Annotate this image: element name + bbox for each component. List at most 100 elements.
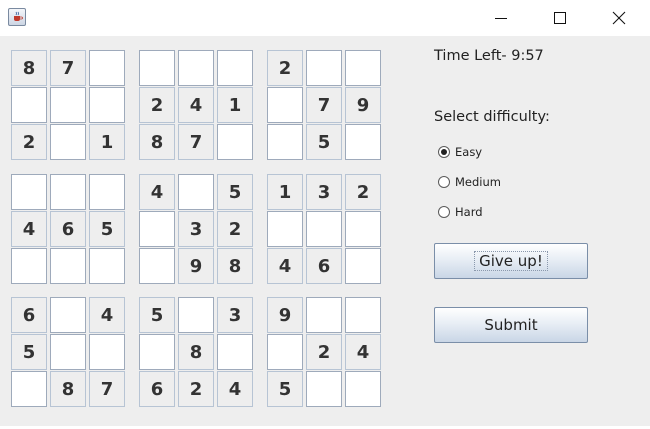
sudoku-cell[interactable]: [89, 87, 125, 123]
sudoku-cell[interactable]: [11, 371, 47, 407]
sudoku-cell[interactable]: [267, 87, 303, 123]
sudoku-cell[interactable]: [50, 174, 86, 210]
sudoku-cell[interactable]: 2: [11, 124, 47, 160]
sudoku-cell[interactable]: 2: [267, 50, 303, 86]
sudoku-cell[interactable]: 5: [217, 174, 253, 210]
sudoku-cell[interactable]: 3: [178, 211, 214, 247]
radio-medium[interactable]: Medium: [438, 174, 501, 190]
sudoku-cell[interactable]: 5: [89, 211, 125, 247]
java-cup-icon[interactable]: [8, 8, 26, 26]
sudoku-cell[interactable]: 7: [50, 50, 86, 86]
sudoku-cell[interactable]: [89, 50, 125, 86]
sudoku-cell[interactable]: 4: [11, 211, 47, 247]
minimize-button[interactable]: [478, 0, 524, 36]
sudoku-cell[interactable]: [89, 334, 125, 370]
sudoku-cell[interactable]: 6: [11, 297, 47, 333]
sudoku-cell[interactable]: [178, 174, 214, 210]
sudoku-cell[interactable]: 9: [345, 87, 381, 123]
sudoku-cell[interactable]: 5: [139, 297, 175, 333]
main-panel: 8722417921875451324653298466453958248762…: [0, 36, 650, 426]
sudoku-cell[interactable]: [139, 211, 175, 247]
sudoku-cell[interactable]: 6: [139, 371, 175, 407]
sudoku-cell[interactable]: 5: [11, 334, 47, 370]
sudoku-cell[interactable]: 7: [89, 371, 125, 407]
sudoku-cell[interactable]: 2: [217, 211, 253, 247]
radio-easy[interactable]: Easy: [438, 144, 482, 160]
sudoku-cell[interactable]: [306, 211, 342, 247]
sudoku-cell[interactable]: [306, 371, 342, 407]
sudoku-cell[interactable]: 9: [267, 297, 303, 333]
sudoku-cell[interactable]: 9: [178, 248, 214, 284]
maximize-button[interactable]: [537, 0, 583, 36]
sudoku-cell[interactable]: 1: [89, 124, 125, 160]
sudoku-cell[interactable]: [217, 334, 253, 370]
sudoku-cell[interactable]: 4: [267, 248, 303, 284]
sudoku-cell[interactable]: 1: [267, 174, 303, 210]
radio-label-easy: Easy: [455, 145, 483, 159]
sudoku-cell[interactable]: [178, 50, 214, 86]
sudoku-cell[interactable]: [306, 297, 342, 333]
sudoku-cell[interactable]: 4: [178, 87, 214, 123]
radio-button[interactable]: [438, 146, 450, 158]
minimize-icon: [495, 18, 507, 19]
sudoku-cell[interactable]: [217, 50, 253, 86]
sudoku-cell[interactable]: [89, 248, 125, 284]
sudoku-cell[interactable]: 8: [217, 248, 253, 284]
sudoku-cell[interactable]: [11, 248, 47, 284]
sudoku-cell[interactable]: 2: [306, 334, 342, 370]
sudoku-cell[interactable]: 3: [306, 174, 342, 210]
sudoku-cell[interactable]: [345, 211, 381, 247]
sudoku-cell[interactable]: 8: [178, 334, 214, 370]
sudoku-cell[interactable]: [345, 124, 381, 160]
sudoku-cell[interactable]: 4: [217, 371, 253, 407]
sudoku-cell[interactable]: [139, 248, 175, 284]
sudoku-cell[interactable]: [139, 334, 175, 370]
sudoku-cell[interactable]: 8: [50, 371, 86, 407]
sudoku-cell[interactable]: [345, 371, 381, 407]
sudoku-cell[interactable]: 3: [217, 297, 253, 333]
radio-label-hard: Hard: [455, 205, 483, 219]
sudoku-cell[interactable]: 5: [267, 371, 303, 407]
sudoku-cell[interactable]: [178, 297, 214, 333]
sudoku-cell[interactable]: [50, 248, 86, 284]
radio-button[interactable]: [438, 206, 450, 218]
sudoku-cell[interactable]: [11, 87, 47, 123]
sudoku-cell[interactable]: 4: [89, 297, 125, 333]
sudoku-cell[interactable]: [345, 297, 381, 333]
sudoku-cell[interactable]: [217, 124, 253, 160]
sudoku-cell[interactable]: 8: [11, 50, 47, 86]
sudoku-cell[interactable]: [306, 50, 342, 86]
sudoku-cell[interactable]: 1: [217, 87, 253, 123]
sudoku-cell[interactable]: 2: [178, 371, 214, 407]
sudoku-cell[interactable]: 6: [306, 248, 342, 284]
maximize-icon: [554, 12, 566, 24]
sudoku-cell[interactable]: [267, 211, 303, 247]
sudoku-cell[interactable]: [89, 174, 125, 210]
sudoku-cell[interactable]: 6: [50, 211, 86, 247]
sudoku-cell[interactable]: [50, 334, 86, 370]
sudoku-cell[interactable]: 8: [139, 124, 175, 160]
sudoku-cell[interactable]: 7: [178, 124, 214, 160]
sudoku-cell[interactable]: [50, 124, 86, 160]
sudoku-cell[interactable]: [267, 334, 303, 370]
sudoku-cell[interactable]: 5: [306, 124, 342, 160]
sudoku-cell[interactable]: 4: [345, 334, 381, 370]
sudoku-cell[interactable]: [11, 174, 47, 210]
radio-button[interactable]: [438, 176, 450, 188]
sudoku-cell[interactable]: 2: [139, 87, 175, 123]
sudoku-cell[interactable]: [50, 297, 86, 333]
sudoku-cell[interactable]: [267, 124, 303, 160]
sudoku-cell[interactable]: [139, 50, 175, 86]
sudoku-cell[interactable]: [345, 50, 381, 86]
sudoku-cell[interactable]: [50, 87, 86, 123]
close-button[interactable]: [596, 0, 642, 36]
radio-hard[interactable]: Hard: [438, 204, 483, 220]
sudoku-cell[interactable]: 7: [306, 87, 342, 123]
close-icon: [612, 11, 626, 25]
sudoku-cell[interactable]: 4: [139, 174, 175, 210]
time-left-label: Time Left- 9:57: [434, 48, 544, 64]
sudoku-cell[interactable]: 2: [345, 174, 381, 210]
submit-button[interactable]: Submit: [434, 307, 588, 343]
sudoku-cell[interactable]: [345, 248, 381, 284]
give-up-button[interactable]: Give up!: [434, 243, 588, 279]
